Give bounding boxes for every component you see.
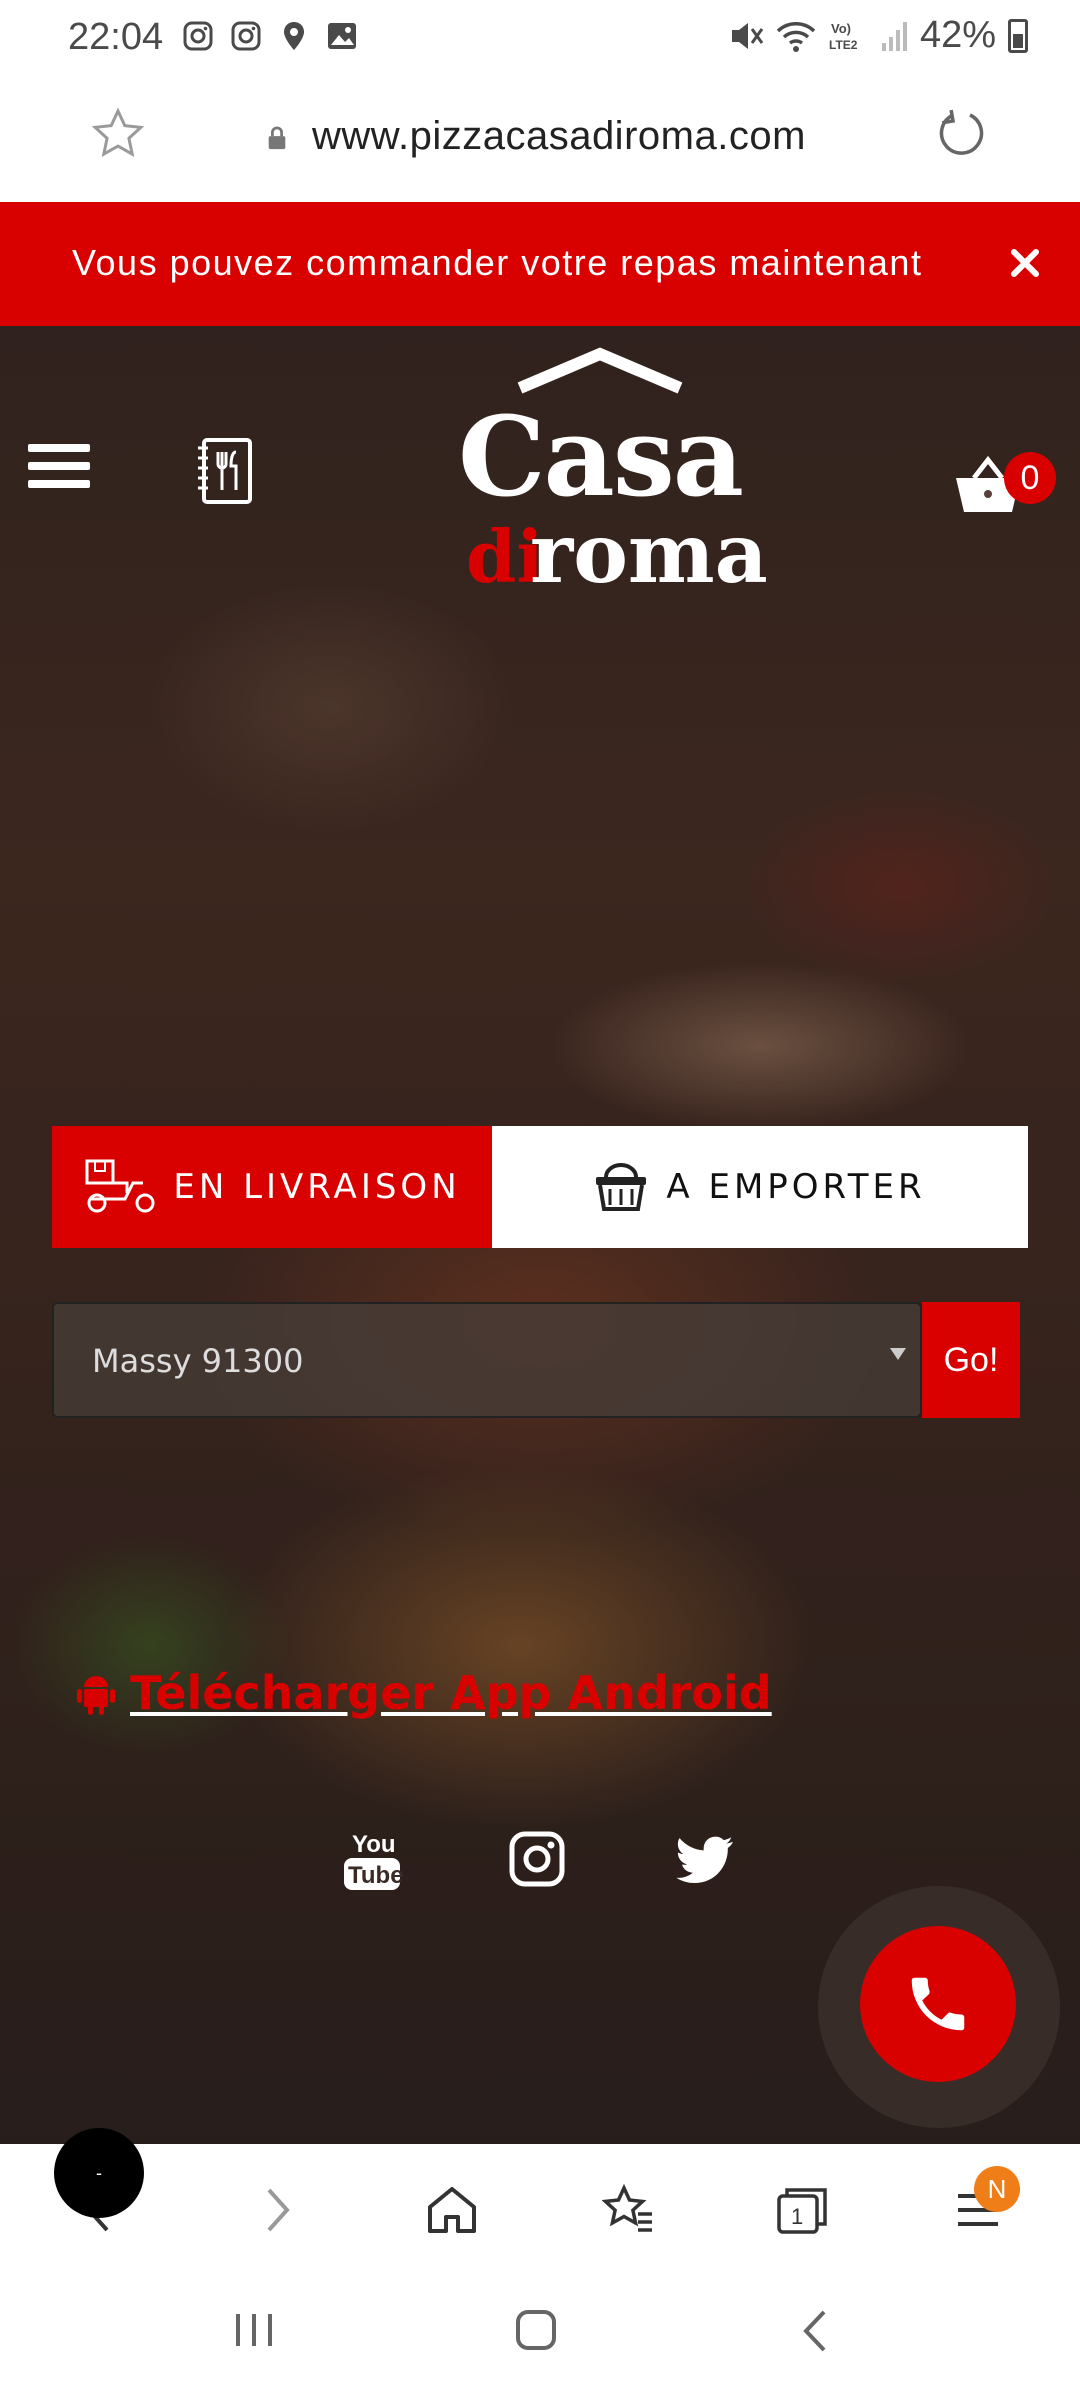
wifi-icon [776, 21, 816, 52]
forward-button[interactable] [248, 2180, 308, 2240]
call-button[interactable] [860, 1926, 1016, 2082]
basket-icon [596, 1163, 647, 1211]
home-icon [428, 2187, 476, 2233]
logo-roma: roma [530, 506, 768, 602]
tab-takeaway[interactable]: A EMPORTER [492, 1126, 1028, 1248]
svg-text:LTE2: LTE2 [829, 38, 858, 52]
tabs-icon: 1 [777, 2188, 827, 2234]
status-right: Vo) LTE2 42% [728, 14, 1028, 57]
logo-casa: Casa [458, 392, 744, 521]
volte-icon: Vo) LTE2 [829, 21, 858, 52]
instagram-icon[interactable] [508, 1830, 566, 1888]
cart-count-badge: 0 [1004, 452, 1056, 504]
go-button[interactable]: Go! [922, 1302, 1020, 1418]
tab-delivery-label: EN LIVRAISON [173, 1167, 461, 1207]
bookmark-star-icon[interactable] [90, 106, 146, 162]
status-time: 22:04 [68, 16, 164, 58]
floating-assistant-button[interactable]: - [54, 2128, 144, 2218]
home-nav-icon[interactable] [514, 2308, 558, 2352]
twitter-icon[interactable] [676, 1836, 734, 1884]
menu-notification-badge: N [974, 2166, 1020, 2212]
youtube-icon[interactable]: You Tube [340, 1826, 404, 1892]
browser-url-bar: www.pizzacasadiroma.com [0, 76, 1080, 202]
reload-icon[interactable] [932, 106, 988, 162]
svg-text:Vo): Vo) [831, 21, 851, 36]
battery-percent: 42% [919, 14, 996, 56]
image-icon [326, 20, 358, 52]
browser-toolbar: 1 [0, 2144, 1080, 2280]
chevron-down-icon [890, 1348, 906, 1360]
svg-text:1: 1 [791, 2204, 803, 2229]
status-icons-left [182, 20, 358, 52]
location-select-value: Massy 91300 [92, 1342, 304, 1380]
android-app-link[interactable]: Télécharger App Android [76, 1666, 772, 1720]
android-icon [77, 1676, 115, 1715]
tab-delivery[interactable]: EN LIVRAISON [52, 1126, 492, 1248]
order-now-banner: Vous pouvez commander votre repas mainte… [0, 202, 1080, 326]
bookmarks-star-icon [602, 2184, 652, 2232]
location-icon [278, 20, 310, 52]
hamburger-menu-icon[interactable] [28, 444, 90, 494]
close-icon[interactable] [1004, 242, 1046, 284]
location-select[interactable]: Massy 91300 [52, 1302, 922, 1418]
signal-icon [881, 21, 907, 51]
banner-text: Vous pouvez commander votre repas mainte… [72, 242, 923, 283]
logo-roof-icon [517, 347, 683, 394]
lock-icon [268, 126, 286, 150]
svg-text:You: You [352, 1831, 396, 1858]
instagram-icon [182, 20, 214, 52]
svg-text:Tube: Tube [348, 1862, 404, 1889]
android-app-link-label: Télécharger App Android [130, 1666, 772, 1720]
tab-takeaway-label: A EMPORTER [666, 1167, 926, 1207]
recent-apps-icon[interactable] [232, 2310, 276, 2350]
casa-di-roma-logo[interactable]: Casa di roma [440, 346, 768, 616]
tabs-button[interactable]: 1 [772, 2180, 832, 2240]
back-nav-icon[interactable] [800, 2308, 830, 2354]
battery-icon [1008, 18, 1028, 53]
home-button[interactable] [422, 2180, 482, 2240]
delivery-scooter-icon [85, 1159, 155, 1213]
instagram-icon [230, 20, 262, 52]
url-address[interactable]: www.pizzacasadiroma.com [312, 114, 806, 159]
menu-book-icon[interactable] [196, 438, 254, 504]
mute-icon [731, 22, 764, 49]
phone-icon [911, 1977, 965, 2031]
chevron-right-icon [267, 2188, 290, 2232]
status-bar: 22:04 Vo) LTE2 42% [0, 0, 1080, 76]
bookmarks-button[interactable] [598, 2180, 658, 2240]
hero-section: Casa di roma 0 EN LIVRAISON A EMPORTER M [0, 326, 1080, 2144]
system-navigation-bar [0, 2280, 1080, 2400]
